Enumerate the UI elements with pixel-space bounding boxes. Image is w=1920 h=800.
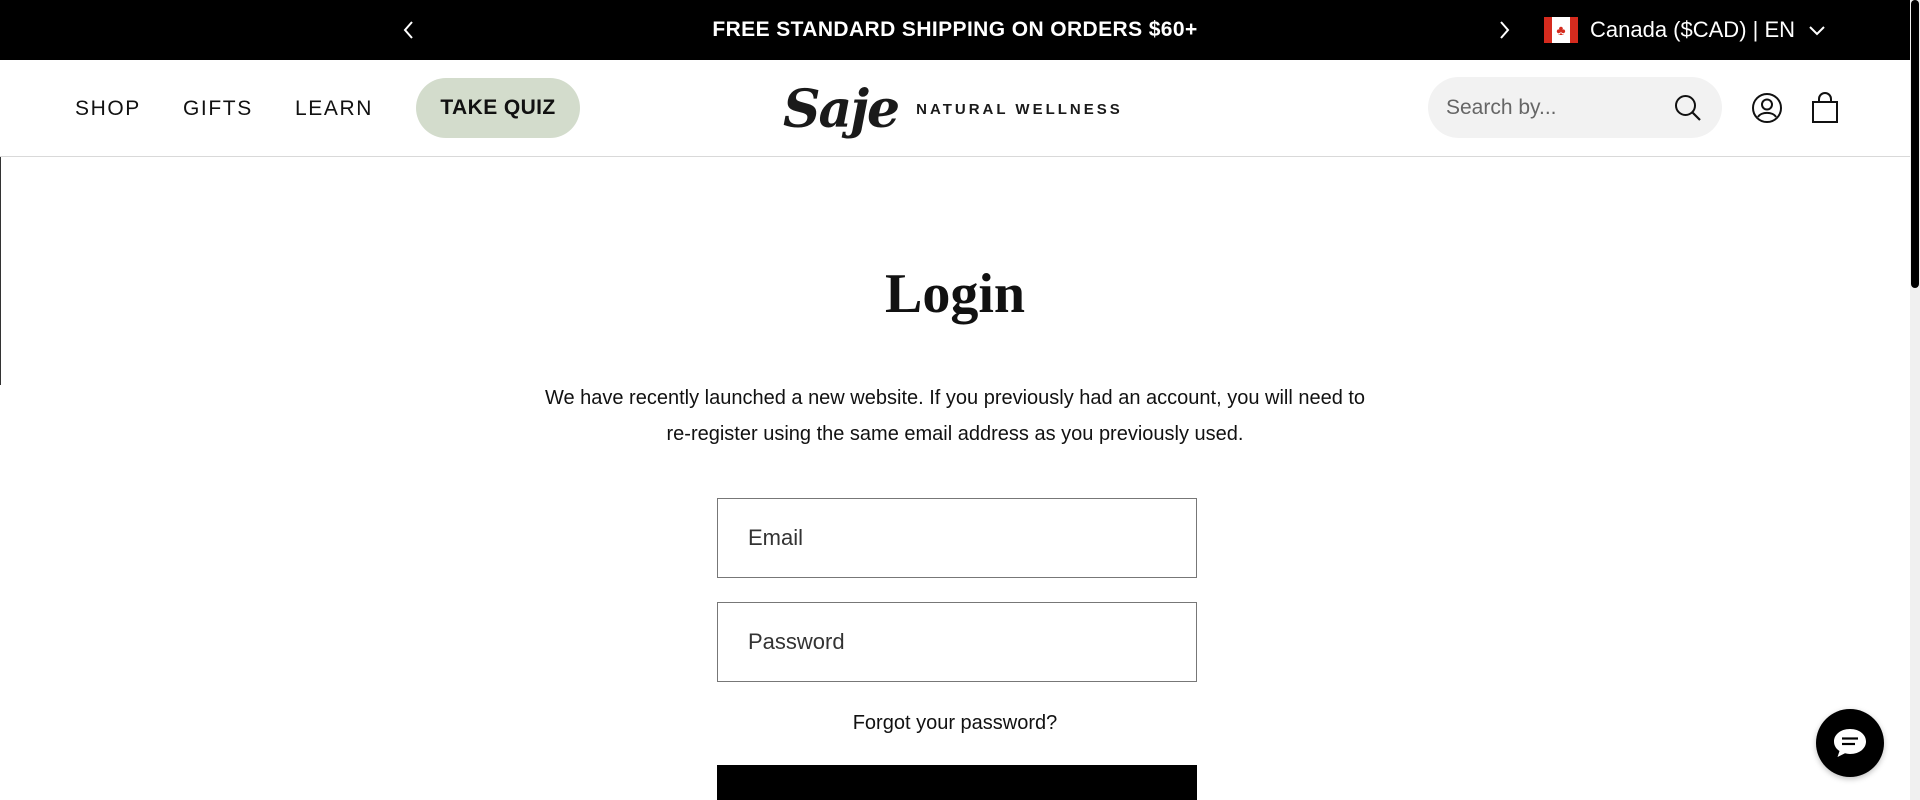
search-button[interactable] (1672, 92, 1704, 124)
forgot-password-link[interactable]: Forgot your password? (0, 712, 1910, 735)
logo-tagline: NATURAL WELLNESS (916, 100, 1123, 118)
search-box (1428, 77, 1722, 138)
sign-in-button[interactable] (717, 765, 1197, 800)
nav-gifts[interactable]: GIFTS (183, 60, 253, 157)
chevron-down-icon (1809, 26, 1825, 36)
password-field[interactable] (717, 602, 1197, 682)
login-intro-text: We have recently launched a new website.… (544, 387, 1366, 445)
cart-icon (1812, 92, 1838, 123)
announcement-bar: FREE STANDARD SHIPPING ON ORDERS $60+ ♣ … (0, 0, 1920, 60)
account-icon (1752, 93, 1782, 123)
email-field[interactable] (717, 498, 1197, 578)
account-button[interactable] (1750, 91, 1784, 125)
chevron-right-icon (1500, 21, 1510, 39)
locale-selector[interactable]: ♣ Canada ($CAD) | EN (1544, 0, 1827, 60)
chat-button[interactable] (1816, 709, 1884, 777)
search-icon (1675, 94, 1701, 121)
site-logo[interactable]: Saje NATURAL WELLNESS (783, 74, 1123, 144)
page-scrollbar[interactable] (1910, 0, 1920, 800)
site-header: SHOP GIFTS LEARN TAKE QUIZ Saje NATURAL … (0, 60, 1920, 157)
canada-flag-icon: ♣ (1544, 17, 1578, 43)
nav-learn[interactable]: LEARN (295, 60, 373, 157)
cart-button[interactable] (1808, 91, 1842, 125)
announcement-next-button[interactable] (1484, 0, 1524, 60)
take-quiz-button[interactable]: TAKE QUIZ (416, 78, 580, 138)
search-input[interactable] (1446, 95, 1656, 120)
locale-label: Canada ($CAD) | EN (1590, 17, 1796, 42)
page-title: Login (884, 263, 1026, 325)
nav-shop[interactable]: SHOP (75, 60, 141, 157)
chat-icon (1834, 729, 1866, 757)
scrollbar-thumb[interactable] (1911, 0, 1919, 288)
logo-script: Saje (783, 78, 900, 140)
